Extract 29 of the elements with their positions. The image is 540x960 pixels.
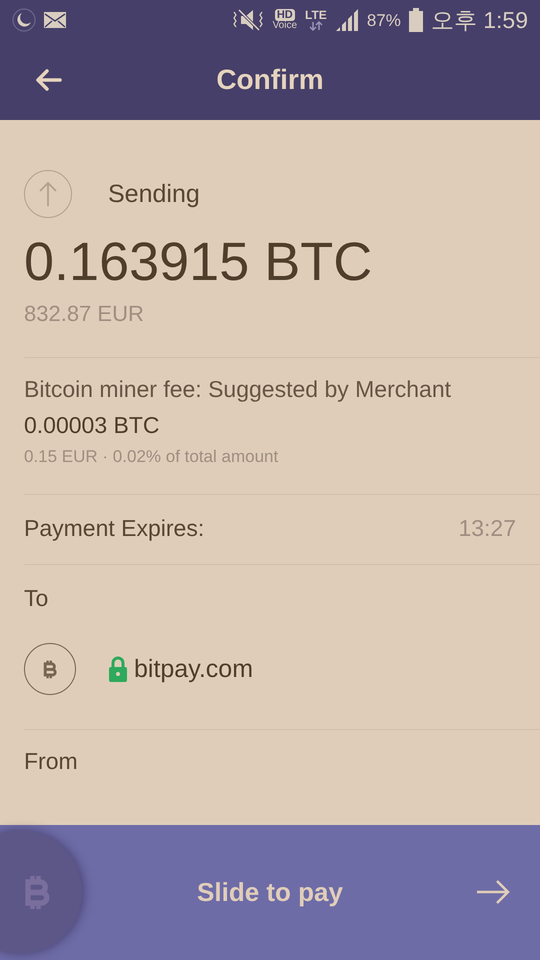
data-arrows-icon (308, 21, 323, 31)
from-label: From (24, 748, 79, 776)
screen-title: Confirm (215, 64, 325, 96)
network-label: LTE (305, 9, 327, 21)
to-label: To (24, 585, 50, 613)
slide-to-pay-bar[interactable]: Slide to pay (0, 825, 540, 960)
moon-icon (12, 8, 36, 32)
merchant-domain: bitpay.com (134, 654, 254, 684)
expires-label: Payment Expires: (24, 514, 204, 542)
hd-badge: HD (274, 8, 295, 22)
back-arrow-icon (34, 68, 62, 92)
btc-amount: 0.163915 BTC (24, 231, 374, 294)
battery-icon (408, 8, 423, 32)
fee-amount: 0.00003 BTC (24, 412, 161, 440)
fee-label: Bitcoin miner fee: Suggested by Merchant (24, 376, 452, 404)
mail-icon (44, 12, 66, 28)
mute-icon (230, 8, 265, 32)
voice-label: Voice (272, 21, 298, 32)
fiat-amount: 832.87 EUR (24, 300, 145, 328)
battery-percent: 87% (366, 12, 401, 28)
bitcoin-icon (42, 658, 58, 680)
sending-label: Sending (108, 179, 200, 209)
up-arrow-icon (39, 181, 57, 207)
fee-detail: 0.15 EUR · 0.02% of total amount (24, 447, 280, 468)
expires-time: 13:27 (458, 514, 516, 542)
signal-icon (334, 8, 359, 32)
clock-time: 오후 1:59 (430, 8, 528, 32)
right-arrow-icon (476, 879, 510, 905)
slide-label: Slide to pay (197, 877, 343, 908)
